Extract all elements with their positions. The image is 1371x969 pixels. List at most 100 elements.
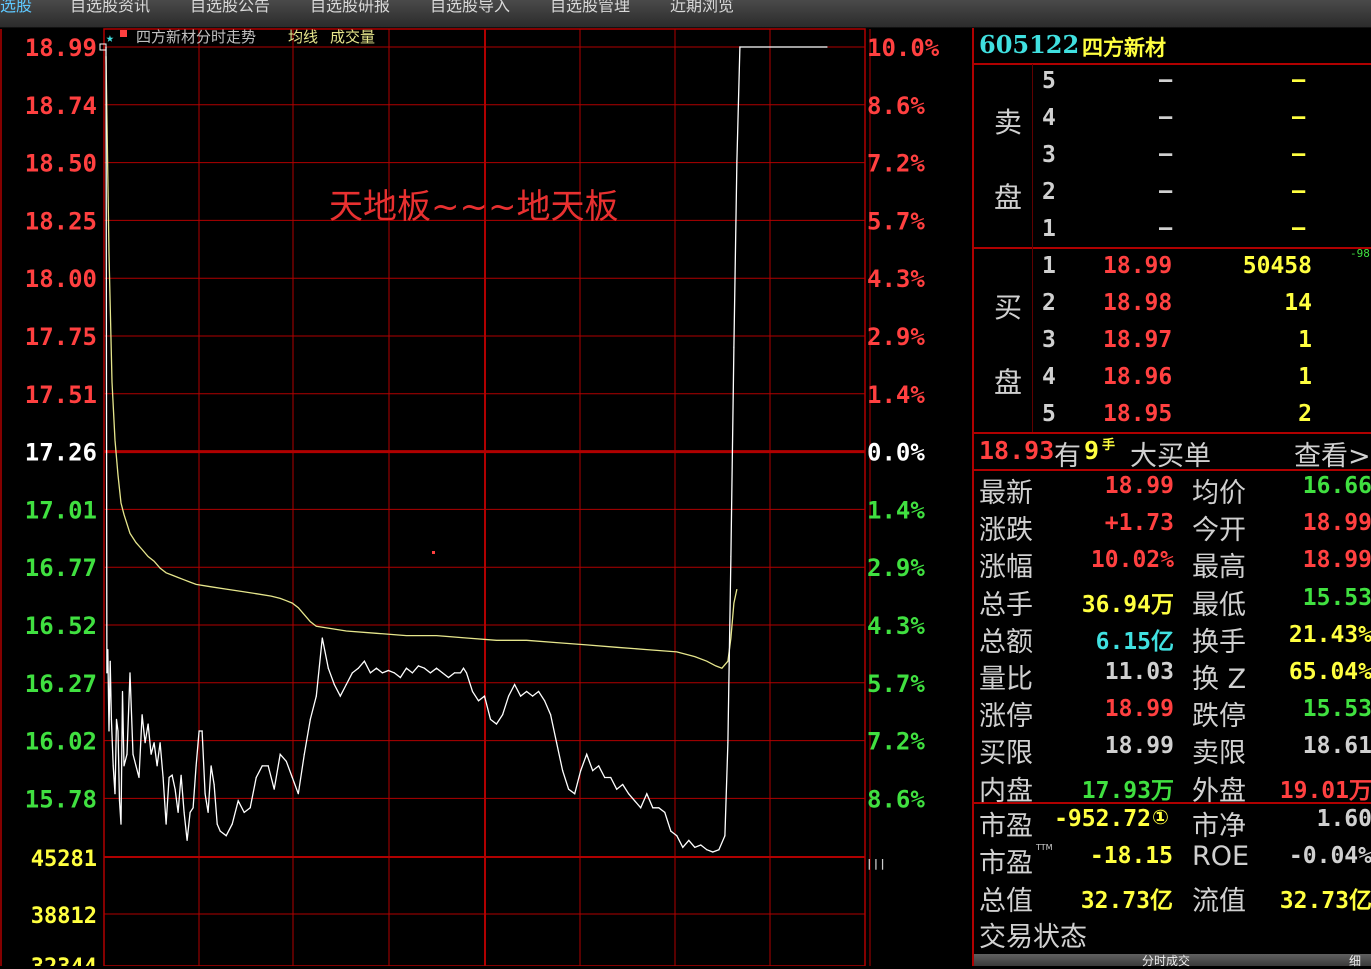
stat-value: 36.94万 bbox=[1081, 591, 1174, 618]
menu-item-2[interactable]: 自选股公告 bbox=[190, 0, 270, 17]
fund-value: -18.15 bbox=[1089, 843, 1173, 870]
avg-line-toggle[interactable]: 均线 bbox=[288, 28, 318, 46]
stat-label: 最高 bbox=[1192, 552, 1246, 584]
order-level: 5 bbox=[1042, 401, 1056, 427]
price-point bbox=[106, 672, 108, 674]
order-price: — bbox=[1159, 179, 1173, 204]
stat-label: 内盘 bbox=[979, 775, 1033, 807]
menu-item-3[interactable]: 自选股研报 bbox=[310, 0, 390, 17]
order-volume: 1 bbox=[1298, 327, 1312, 353]
fund-label: 流值 bbox=[1192, 885, 1246, 917]
intraday-chart: 18.99 18.74 18.50 18.25 18.00 17.75 17.51 17.26… bbox=[0, 28, 940, 966]
price-point bbox=[141, 714, 143, 716]
price-point bbox=[586, 753, 588, 755]
order-level: 2 bbox=[1042, 290, 1056, 316]
order-price: — bbox=[1159, 68, 1173, 93]
price-point bbox=[417, 665, 419, 667]
stat-label: 今开 bbox=[1192, 515, 1246, 547]
menu-item-1[interactable]: 自选股资讯 bbox=[70, 0, 150, 17]
close-chart-icon[interactable] bbox=[120, 30, 127, 37]
pct-tick-label: 8.6% bbox=[867, 785, 925, 813]
price-point bbox=[453, 672, 456, 674]
price-point bbox=[739, 46, 741, 48]
stock-name: 四方新材 bbox=[1082, 36, 1166, 60]
price-point bbox=[556, 742, 558, 744]
price-tick-label: 18.99 bbox=[25, 34, 97, 62]
price-point bbox=[592, 770, 594, 772]
pct-tick-label: 5.7% bbox=[867, 207, 925, 235]
price-point bbox=[117, 730, 119, 732]
price-point bbox=[108, 730, 110, 732]
price-point bbox=[183, 811, 185, 814]
price-point bbox=[640, 807, 642, 809]
tab-detail[interactable]: 细 bbox=[1349, 952, 1361, 969]
order-volume: — bbox=[1292, 142, 1306, 167]
price-tick-label: 18.74 bbox=[25, 92, 97, 120]
pct-tick-label: 1.4% bbox=[867, 381, 925, 409]
order-volume: 2 bbox=[1298, 401, 1312, 427]
price-tick-label: 17.51 bbox=[25, 381, 97, 409]
price-point bbox=[502, 714, 504, 716]
price-point bbox=[471, 690, 474, 693]
volume-tick-label: 38812 bbox=[31, 904, 97, 929]
price-point bbox=[198, 730, 200, 732]
stat-value: 18.61 bbox=[1302, 733, 1371, 760]
stat-value: 15.53 bbox=[1302, 696, 1371, 723]
price-point bbox=[110, 718, 112, 721]
view-big-order-link[interactable]: 查看> bbox=[1294, 434, 1371, 473]
price-point bbox=[670, 830, 672, 832]
menu-item-4[interactable]: 自选股导入 bbox=[430, 0, 510, 17]
menu-item-0[interactable]: 选股 bbox=[0, 0, 32, 17]
fund-value: 32.73亿 bbox=[1080, 887, 1173, 914]
divider bbox=[974, 469, 1371, 471]
price-point bbox=[363, 660, 365, 662]
price-point bbox=[115, 718, 118, 721]
volume-scale-icon: ||| bbox=[866, 857, 886, 870]
stat-value: 6.15亿 bbox=[1095, 628, 1174, 655]
price-point bbox=[168, 776, 170, 779]
price-tick-label: 17.75 bbox=[25, 323, 97, 351]
order-volume: 14 bbox=[1284, 290, 1312, 316]
pct-tick-label: 7.2% bbox=[867, 150, 925, 178]
price-tick-label: 17.01 bbox=[25, 496, 97, 524]
order-level: 5 bbox=[1042, 68, 1056, 94]
menu-item-6[interactable]: 近期浏览 bbox=[670, 0, 734, 17]
price-point bbox=[465, 672, 468, 674]
price-point bbox=[112, 765, 114, 767]
stat-value: 21.43% bbox=[1288, 621, 1371, 648]
price-point bbox=[107, 649, 109, 651]
fund-label-sup: TTM bbox=[1036, 843, 1053, 853]
pct-tick-label: 2.9% bbox=[867, 323, 925, 351]
stat-label: 最低 bbox=[1192, 589, 1246, 621]
price-point bbox=[192, 807, 194, 809]
price-tick-label: 18.50 bbox=[25, 150, 97, 178]
price-point bbox=[120, 823, 122, 825]
price-point bbox=[369, 672, 371, 674]
price-point bbox=[387, 669, 389, 672]
price-point bbox=[156, 765, 158, 767]
divider bbox=[974, 63, 1371, 65]
price-point bbox=[165, 823, 167, 825]
sell-side-label: 卖 bbox=[994, 106, 1023, 139]
price-point bbox=[622, 783, 624, 786]
tab-time-sales[interactable]: 分时成交 bbox=[1142, 952, 1190, 969]
price-point bbox=[538, 690, 540, 693]
stat-label: 总额 bbox=[979, 626, 1033, 658]
stat-value: 15.53 bbox=[1302, 584, 1371, 611]
big-order-row[interactable]: 18.93 有 9 手 大买单 查看> bbox=[974, 434, 1371, 472]
chart-dot bbox=[432, 551, 435, 554]
menu-item-5[interactable]: 自选股管理 bbox=[550, 0, 630, 17]
price-point bbox=[171, 774, 173, 776]
price-point bbox=[676, 835, 678, 837]
price-point bbox=[447, 676, 450, 679]
stat-value: +1.73 bbox=[1104, 510, 1174, 537]
price-point bbox=[700, 844, 702, 846]
pct-tick-label: 1.4% bbox=[867, 496, 925, 524]
order-price: 18.98 bbox=[1103, 290, 1173, 316]
price-point bbox=[243, 811, 245, 814]
chart-annotation: 天地板~~~地天板 bbox=[329, 187, 618, 227]
price-point bbox=[189, 811, 191, 814]
price-point bbox=[664, 811, 666, 814]
volume-toggle[interactable]: 成交量 bbox=[330, 28, 375, 46]
price-point bbox=[351, 672, 353, 674]
